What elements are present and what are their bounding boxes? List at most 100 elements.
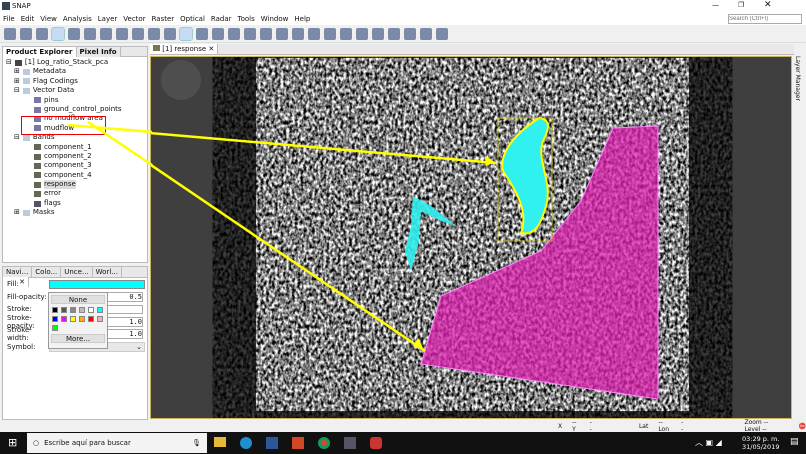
image-canvas[interactable] (151, 57, 792, 419)
image-view[interactable] (150, 56, 792, 419)
minimize-button[interactable]: — (712, 1, 719, 9)
color-swatch[interactable] (70, 316, 76, 322)
pin-manager-icon[interactable] (84, 27, 96, 40)
tree-band[interactable]: component_2 (6, 152, 144, 161)
tile-evenly-icon[interactable] (420, 27, 432, 40)
app-icon[interactable] (370, 437, 382, 449)
tree-band[interactable]: error (6, 189, 144, 198)
tree-vector-gcp[interactable]: ground_control_points (6, 105, 144, 114)
tree-band-flags[interactable]: flags (6, 199, 144, 208)
none-color-button[interactable]: None (51, 295, 105, 304)
color-swatch[interactable] (52, 307, 58, 313)
save-product-icon[interactable] (20, 27, 32, 40)
layer-manager-tab[interactable]: Layer Manager (794, 44, 801, 101)
tile-vertical-icon[interactable] (404, 27, 416, 40)
color-swatch[interactable] (61, 316, 67, 322)
menu-layer[interactable]: Layer (98, 15, 118, 23)
magic-wand-icon[interactable] (372, 27, 384, 40)
color-swatch[interactable] (88, 316, 94, 322)
graticule-icon[interactable] (68, 27, 80, 40)
range-finder-icon[interactable] (356, 27, 368, 40)
tree-band[interactable]: component_1 (6, 143, 144, 152)
more-colors-button[interactable]: More... (51, 334, 105, 343)
tree-vector-data[interactable]: ⊟ Vector Data (6, 86, 144, 95)
menu-view[interactable]: View (40, 15, 57, 23)
taskbar-search[interactable]: ○ Escribe aquí para buscar 🎙 (27, 433, 207, 453)
color-swatch[interactable] (97, 307, 103, 313)
tree-band-response[interactable]: response (6, 180, 144, 190)
new-vector-icon[interactable] (340, 27, 352, 40)
tab-product-explorer[interactable]: Product Explorer (3, 47, 77, 57)
microphone-icon[interactable]: 🎙 (192, 439, 201, 447)
color-swatch[interactable] (61, 307, 67, 313)
chrome-icon[interactable] (318, 437, 330, 449)
tree-product[interactable]: ⊟ [1] Log_ratio_Stack_pca (6, 58, 144, 67)
skype-icon[interactable] (240, 437, 252, 449)
tab-pixel-info[interactable]: Pixel Info (76, 47, 121, 57)
close-button[interactable]: ✕ (764, 0, 772, 10)
polygon-tool-icon[interactable] (308, 27, 320, 40)
open-product-icon[interactable] (4, 27, 16, 40)
pan-tool-icon[interactable] (196, 27, 208, 40)
tree-flag-codings[interactable]: ⊞ Flag Codings (6, 77, 144, 86)
tab-response-view[interactable]: [1] response ✕ (150, 44, 219, 54)
vector-view-icon[interactable] (51, 26, 65, 41)
world-view-icon[interactable] (116, 27, 128, 40)
menu-help[interactable]: Help (294, 15, 310, 23)
tree-band[interactable]: component_4 (6, 171, 144, 180)
menu-vector[interactable]: Vector (123, 15, 145, 23)
menu-window[interactable]: Window (261, 15, 289, 23)
menu-edit[interactable]: Edit (21, 15, 35, 23)
gcp-manager-icon[interactable] (100, 27, 112, 40)
menu-tools[interactable]: Tools (238, 15, 255, 23)
snap-app-icon[interactable] (344, 437, 356, 449)
tree-band[interactable]: component_3 (6, 161, 144, 170)
zoom-tool-icon[interactable] (212, 27, 224, 40)
fill-color-field[interactable] (49, 279, 145, 289)
color-swatch[interactable] (79, 316, 85, 322)
stroke-opacity-field[interactable]: 1.0 (103, 316, 143, 327)
graph-builder-icon[interactable] (132, 27, 144, 40)
notifications-icon[interactable]: ▤ (790, 437, 799, 447)
color-swatch[interactable] (70, 307, 76, 313)
menu-optical[interactable]: Optical (180, 15, 205, 23)
polyline-tool-icon[interactable] (276, 27, 288, 40)
menu-analysis[interactable]: Analysis (63, 15, 92, 23)
color-swatch[interactable] (79, 307, 85, 313)
tile-horizontal-icon[interactable] (388, 27, 400, 40)
file-explorer-icon[interactable] (214, 437, 226, 447)
windows-start-icon[interactable]: ⊞ (8, 436, 17, 449)
line-tool-icon[interactable] (260, 27, 272, 40)
tab-uncertainty[interactable]: Unce... (61, 267, 93, 277)
powerpoint-icon[interactable] (292, 437, 304, 449)
tree-masks[interactable]: ⊞ Masks (6, 208, 144, 217)
tree-vector-pins[interactable]: pins (6, 96, 144, 105)
search-input[interactable] (728, 14, 802, 24)
menu-raster[interactable]: Raster (152, 15, 175, 23)
pin-tool-icon[interactable] (228, 27, 240, 40)
clock[interactable]: 03:29 p. m. 31/05/2019 (742, 435, 779, 451)
word-icon[interactable] (266, 437, 278, 449)
gcp-tool-icon[interactable] (244, 27, 256, 40)
rectangle-tool-icon[interactable] (292, 27, 304, 40)
batch-icon[interactable] (148, 27, 160, 40)
tab-world[interactable]: Worl... (92, 267, 122, 277)
tab-navigation[interactable]: Navi... (3, 267, 33, 277)
tray-icons[interactable]: ︿ ▣ ◢ (695, 437, 722, 448)
select-tool-icon[interactable] (179, 26, 193, 41)
color-swatch[interactable] (52, 316, 58, 322)
stroke-color-field[interactable] (103, 304, 143, 314)
layer-icon[interactable] (36, 27, 48, 40)
menu-radar[interactable]: Radar (211, 15, 232, 23)
ellipse-tool-icon[interactable] (324, 27, 336, 40)
color-swatch[interactable] (88, 307, 94, 313)
tab-colour[interactable]: Colo... (32, 267, 62, 277)
maximize-button[interactable]: ❐ (738, 1, 744, 9)
error-icon[interactable]: ⛔ (799, 423, 806, 430)
mask-icon[interactable] (164, 27, 176, 40)
tree-metadata[interactable]: ⊞ Metadata (6, 67, 144, 76)
navigation-control[interactable] (161, 60, 201, 100)
menu-file[interactable]: File (3, 15, 15, 23)
tile-single-icon[interactable] (436, 27, 448, 40)
fill-opacity-field[interactable]: 0.5 (103, 291, 143, 302)
